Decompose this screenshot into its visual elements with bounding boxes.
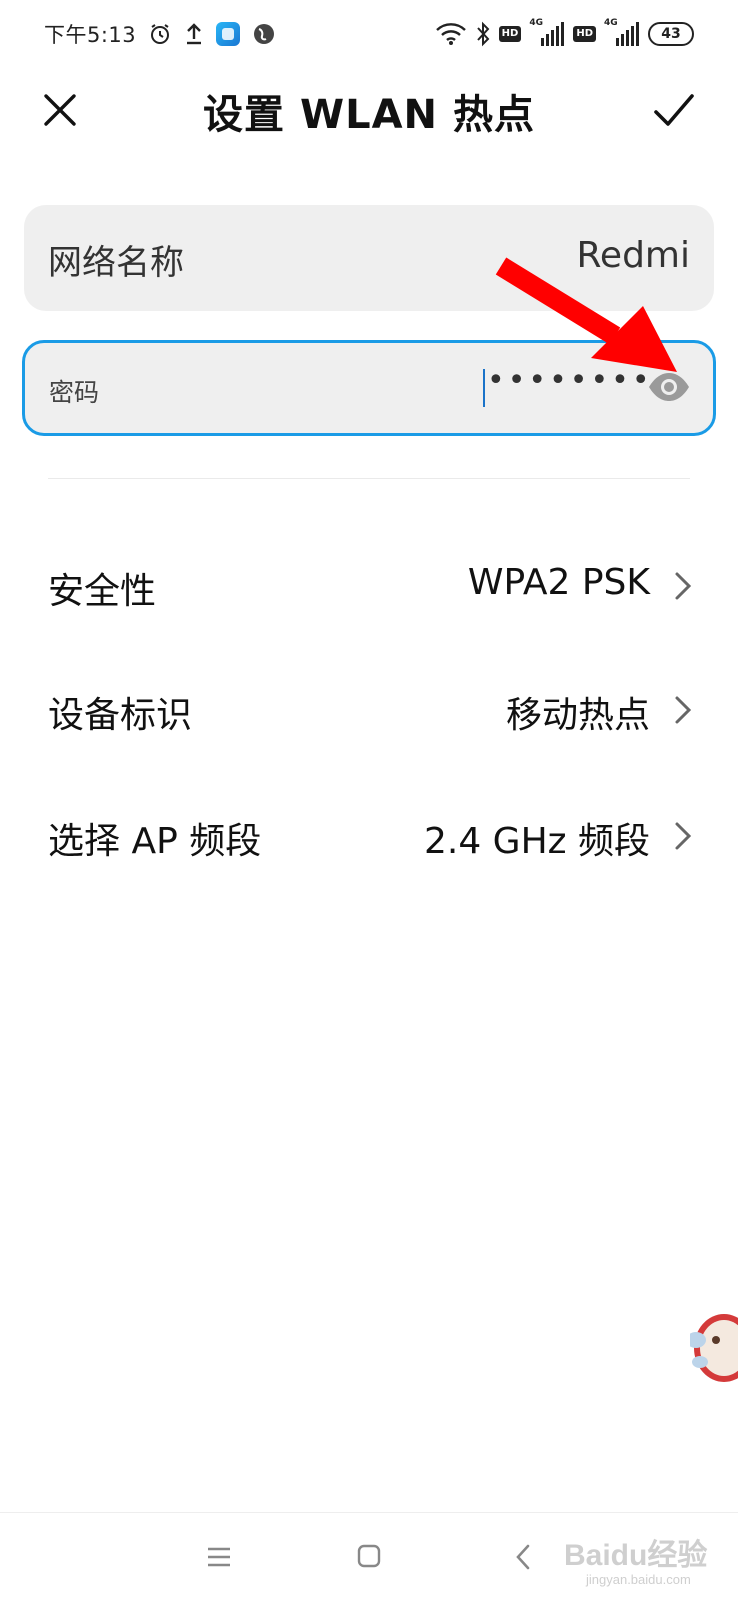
- setting-row-security[interactable]: 安全性 WPA2 PSK: [48, 556, 694, 616]
- battery-level: 43: [661, 26, 681, 42]
- annotation-arrow: [495, 248, 695, 378]
- menu-icon[interactable]: [206, 1545, 232, 1569]
- setting-label: 选择 AP 频段: [48, 821, 262, 862]
- hd-badge: HD: [498, 26, 522, 42]
- setting-row-device-id[interactable]: 设备标识 移动热点: [48, 680, 694, 740]
- chevron-right-icon: [675, 822, 692, 850]
- status-right: HD 4G HD 4G 43: [435, 18, 694, 50]
- confirm-button[interactable]: [650, 86, 698, 134]
- check-icon: [654, 94, 694, 126]
- status-left: 下午5:13: [44, 18, 276, 50]
- chevron-right-icon: [675, 572, 692, 600]
- upload-icon: [184, 22, 204, 46]
- setting-label: 设备标识: [48, 695, 193, 736]
- signal-4g-icon: 4G: [604, 18, 640, 48]
- setting-value: 2.4 GHz 频段: [423, 821, 650, 862]
- watermark-brand: Baidu经验: [564, 1539, 708, 1572]
- header: 设置 WLAN 热点: [0, 70, 738, 150]
- watermark-url: jingyan.baidu.com: [586, 1572, 691, 1587]
- net-4g-label: 4G: [529, 18, 543, 28]
- setting-value: WPA2 PSK: [467, 562, 650, 603]
- baidu-watermark: Baidu经验 jingyan.baidu.com: [560, 1528, 720, 1588]
- section-divider: [48, 478, 690, 479]
- status-bar: 下午5:13 HD 4G HD 4G 43: [0, 0, 738, 68]
- alarm-icon: [148, 22, 172, 46]
- mascot-icon: [686, 1314, 738, 1382]
- password-label: 密码: [49, 378, 100, 407]
- setting-label: 安全性: [48, 571, 157, 612]
- setting-row-ap-band[interactable]: 选择 AP 频段 2.4 GHz 频段: [48, 806, 694, 866]
- home-icon[interactable]: [356, 1543, 382, 1569]
- floating-assistant-widget[interactable]: [686, 1300, 738, 1400]
- net-4g-label: 4G: [604, 18, 618, 28]
- browser-icon: [252, 22, 276, 46]
- setting-value: 移动热点: [505, 695, 650, 736]
- wifi-icon: [435, 22, 467, 46]
- page-title: 设置 WLAN 热点: [203, 92, 535, 138]
- chevron-right-icon: [675, 696, 692, 724]
- bluetooth-icon: [475, 21, 491, 47]
- status-time: 下午5:13: [44, 23, 137, 47]
- app-badge-icon: [216, 22, 241, 46]
- network-name-label: 网络名称: [48, 243, 184, 283]
- battery-icon: 43: [648, 22, 694, 46]
- signal-4g-icon: 4G: [529, 18, 565, 48]
- text-caret: [483, 369, 485, 407]
- back-icon[interactable]: [514, 1543, 532, 1571]
- red-arrow-icon: [495, 257, 677, 372]
- hd-badge: HD: [573, 26, 596, 42]
